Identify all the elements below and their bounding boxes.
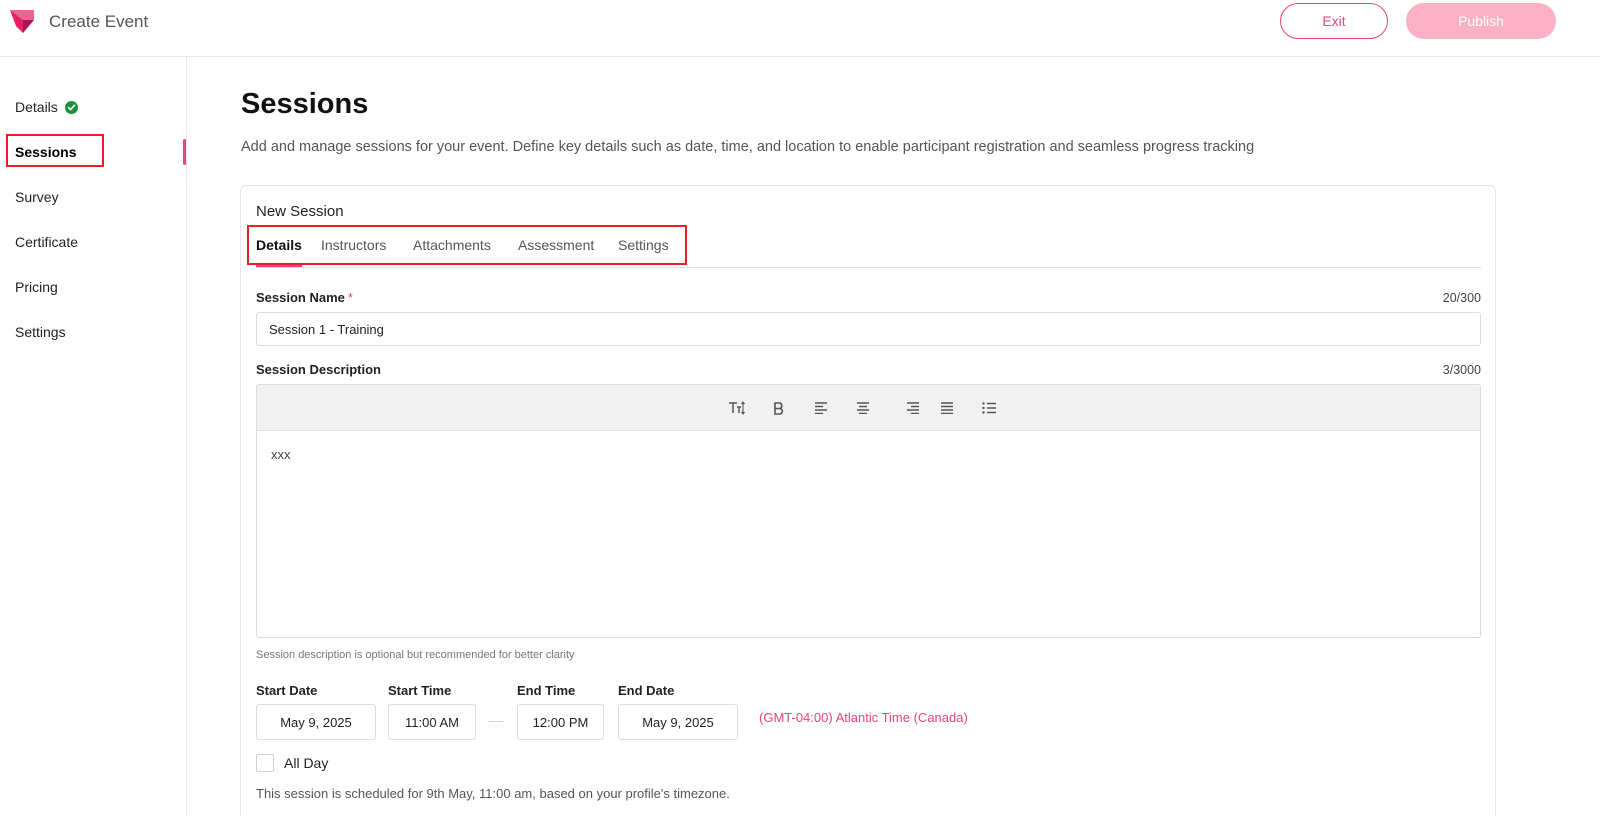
list-icon[interactable] [980,399,998,417]
app-title: Create Event [49,12,149,31]
session-description-label: Session Description [256,362,381,377]
description-editor: xxx [256,384,1481,638]
tab-details[interactable]: Details [256,237,302,253]
all-day-label: All Day [284,755,329,771]
sidebar: Details Sessions Survey Certificate Pric… [0,57,187,816]
description-hint: Session description is optional but reco… [256,649,575,661]
sidebar-item-pricing[interactable]: Pricing [15,279,58,295]
sidebar-item-survey[interactable]: Survey [15,189,59,205]
sidebar-item-label: Survey [15,189,59,205]
sidebar-item-settings[interactable]: Settings [15,324,66,340]
end-time-label: End Time [517,683,576,698]
start-time-field[interactable]: 11:00 AM [388,704,476,740]
sidebar-item-sessions[interactable]: Sessions [15,144,76,160]
top-header: Create Event Exit Publish [0,0,1600,57]
text-size-icon[interactable] [728,399,746,417]
page-description: Add and manage sessions for your event. … [241,139,1255,155]
session-description-counter: 3/3000 [1442,363,1481,377]
time-range-dash [489,721,503,722]
session-name-input[interactable] [256,312,1481,346]
start-time-label: Start Time [388,683,452,698]
session-name-counter: 20/300 [1442,291,1481,305]
end-time-field[interactable]: 12:00 PM [517,704,604,740]
tab-settings[interactable]: Settings [618,237,669,253]
new-session-card: New Session Details Instructors Attachme… [240,185,1496,816]
start-date-field[interactable]: May 9, 2025 [256,704,376,740]
end-date-label: End Date [618,683,675,698]
all-day-checkbox[interactable] [256,754,274,772]
publish-button[interactable]: Publish [1406,3,1556,39]
sidebar-item-label: Certificate [15,234,79,250]
tab-instructors[interactable]: Instructors [321,237,386,253]
active-indicator [183,139,186,165]
exit-button[interactable]: Exit [1280,3,1388,39]
end-date-field[interactable]: May 9, 2025 [618,704,738,740]
sidebar-item-label: Pricing [15,279,58,295]
align-justify-icon[interactable] [938,399,956,417]
sidebar-item-details[interactable]: Details [15,99,78,115]
required-mark: * [347,290,353,305]
sidebar-item-label: Settings [15,324,66,340]
sidebar-item-label: Sessions [15,144,77,160]
sidebar-item-label: Details [15,99,58,115]
session-name-label: Session Name * [256,290,353,305]
align-left-icon[interactable] [812,399,830,417]
schedule-note: This session is scheduled for 9th May, 1… [256,786,730,801]
tab-assessment[interactable]: Assessment [518,237,594,253]
app-logo-icon [10,10,34,33]
tabs-divider [256,267,1481,268]
timezone-link[interactable]: (GMT-04:00) Atlantic Time (Canada) [759,710,968,725]
check-circle-icon [64,100,78,114]
start-date-label: Start Date [256,683,318,698]
card-title: New Session [256,203,344,220]
tab-attachments[interactable]: Attachments [413,237,491,253]
session-name-label-text: Session Name [256,290,345,305]
page-title: Sessions [241,88,369,120]
align-right-icon[interactable] [904,399,922,417]
sidebar-item-certificate[interactable]: Certificate [15,234,78,250]
bold-icon[interactable] [770,399,788,417]
editor-toolbar [257,385,1480,431]
editor-content[interactable]: xxx [271,447,291,462]
align-center-icon[interactable] [854,399,872,417]
